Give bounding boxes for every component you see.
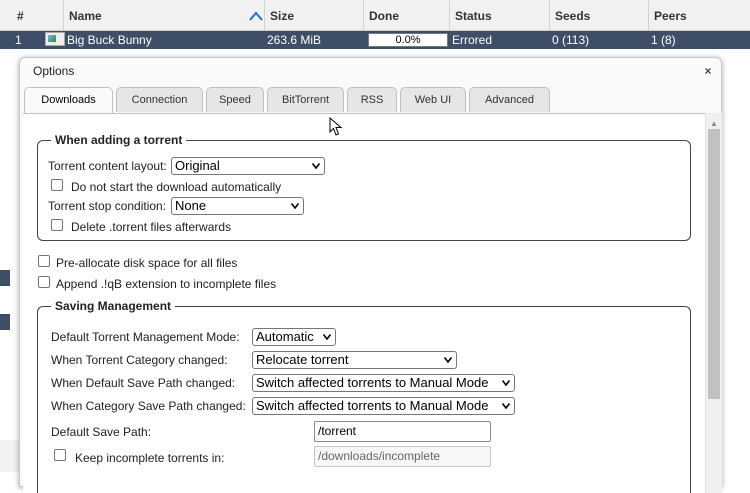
options-dialog: Options × Downloads Connection Speed Bit…	[19, 57, 722, 493]
chevron-down-icon	[502, 403, 510, 409]
adding-torrent-group: When adding a torrent Torrent content la…	[37, 133, 691, 241]
chevron-down-icon	[444, 357, 452, 363]
save-path-label: Default Save Path:	[51, 425, 152, 439]
torrent-progress-bar: 0.0%	[368, 33, 448, 47]
management-mode-select[interactable]: Automatic	[252, 328, 336, 346]
append-extension-label: Append .!qB extension to incomplete file…	[56, 277, 277, 291]
torrent-index: 1	[15, 33, 22, 47]
keep-incomplete-label: Keep incomplete torrents in:	[75, 451, 225, 465]
options-tabs: Downloads Connection Speed BitTorrent RS…	[24, 87, 714, 114]
category-path-changed-label: When Category Save Path changed:	[51, 399, 246, 413]
column-header-status[interactable]: Status	[450, 0, 550, 31]
adding-torrent-legend: When adding a torrent	[51, 133, 187, 147]
keep-incomplete-checkbox[interactable]	[54, 449, 66, 461]
close-icon[interactable]: ×	[701, 64, 715, 78]
category-changed-label: When Torrent Category changed:	[51, 353, 228, 367]
downloads-panel: When adding a torrent Torrent content la…	[23, 113, 705, 493]
chevron-down-icon	[312, 163, 320, 169]
management-mode-value: Automatic	[256, 329, 314, 344]
torrent-peers: 1 (8)	[651, 33, 676, 47]
saving-management-legend: Saving Management	[51, 299, 176, 313]
stop-condition-label: Torrent stop condition:	[48, 199, 167, 213]
column-header-peers[interactable]: Peers	[649, 0, 750, 31]
append-extension-checkbox[interactable]	[38, 276, 50, 288]
preallocate-label: Pre-allocate disk space for all files	[56, 256, 238, 270]
delete-torrent-files-checkbox[interactable]	[51, 219, 63, 231]
background-selection-strip	[0, 314, 10, 330]
torrent-list-header: # Name Size Done Status Seeds Peers	[0, 0, 750, 31]
keep-incomplete-input[interactable]: /downloads/incomplete	[314, 446, 491, 467]
stop-condition-select[interactable]: None	[171, 197, 304, 215]
dialog-title: Options	[33, 64, 75, 78]
content-layout-select[interactable]: Original	[171, 157, 325, 175]
scrollbar-thumb[interactable]	[708, 129, 720, 399]
management-mode-label: Default Torrent Management Mode:	[51, 330, 240, 344]
category-changed-select[interactable]: Relocate torrent	[252, 351, 457, 369]
saving-management-group: Saving Management Default Torrent Manage…	[37, 299, 691, 493]
tab-bittorrent[interactable]: BitTorrent	[267, 87, 344, 112]
torrent-seeds: 0 (113)	[552, 33, 590, 47]
sort-ascending-icon	[249, 11, 263, 21]
torrent-name-cell: Big Buck Bunny	[40, 31, 152, 49]
column-header-index[interactable]: #	[12, 0, 64, 31]
category-changed-value: Relocate torrent	[256, 352, 349, 367]
torrent-state-icon	[45, 32, 65, 46]
delete-torrent-files-label: Delete .torrent files afterwards	[71, 220, 232, 234]
no-autostart-checkbox[interactable]	[51, 179, 63, 191]
column-header-seeds[interactable]: Seeds	[550, 0, 649, 31]
chevron-down-icon	[502, 380, 510, 386]
column-header-done[interactable]: Done	[364, 0, 450, 31]
panel-scrollbar[interactable]: ▲	[705, 113, 722, 493]
tab-rss[interactable]: RSS	[347, 87, 397, 112]
torrent-name: Big Buck Bunny	[67, 33, 152, 47]
tab-downloads[interactable]: Downloads	[24, 87, 113, 114]
mouse-cursor-icon	[329, 117, 343, 136]
tab-advanced[interactable]: Advanced	[469, 87, 550, 112]
torrent-size: 263.6 MiB	[267, 33, 322, 47]
column-header-size[interactable]: Size	[265, 0, 364, 31]
chevron-down-icon	[291, 203, 299, 209]
save-path-input[interactable]: /torrent	[314, 421, 491, 442]
chevron-down-icon	[323, 334, 331, 340]
category-path-changed-value: Switch affected torrents to Manual Mode	[256, 398, 489, 413]
torrent-status: Errored	[452, 33, 493, 47]
background-statusbar	[0, 440, 19, 472]
default-path-changed-select[interactable]: Switch affected torrents to Manual Mode	[252, 374, 515, 392]
content-layout-label: Torrent content layout:	[48, 159, 167, 173]
torrent-row[interactable]: 1 Big Buck Bunny 263.6 MiB 0.0% Errored …	[0, 31, 750, 49]
background-selection-strip	[0, 270, 10, 286]
stop-condition-value: None	[175, 198, 207, 213]
column-header-name[interactable]: Name	[64, 0, 265, 31]
no-autostart-label: Do not start the download automatically	[71, 180, 282, 194]
torrent-progress-text: 0.0%	[395, 34, 421, 46]
tab-connection[interactable]: Connection	[116, 87, 203, 112]
tab-speed[interactable]: Speed	[206, 87, 264, 112]
content-layout-value: Original	[175, 158, 220, 173]
preallocate-checkbox[interactable]	[38, 255, 50, 267]
category-path-changed-select[interactable]: Switch affected torrents to Manual Mode	[252, 397, 515, 415]
default-path-changed-label: When Default Save Path changed:	[51, 376, 236, 390]
tab-webui[interactable]: Web UI	[400, 87, 466, 112]
scroll-up-icon[interactable]: ▲	[710, 119, 718, 128]
default-path-changed-value: Switch affected torrents to Manual Mode	[256, 375, 489, 390]
